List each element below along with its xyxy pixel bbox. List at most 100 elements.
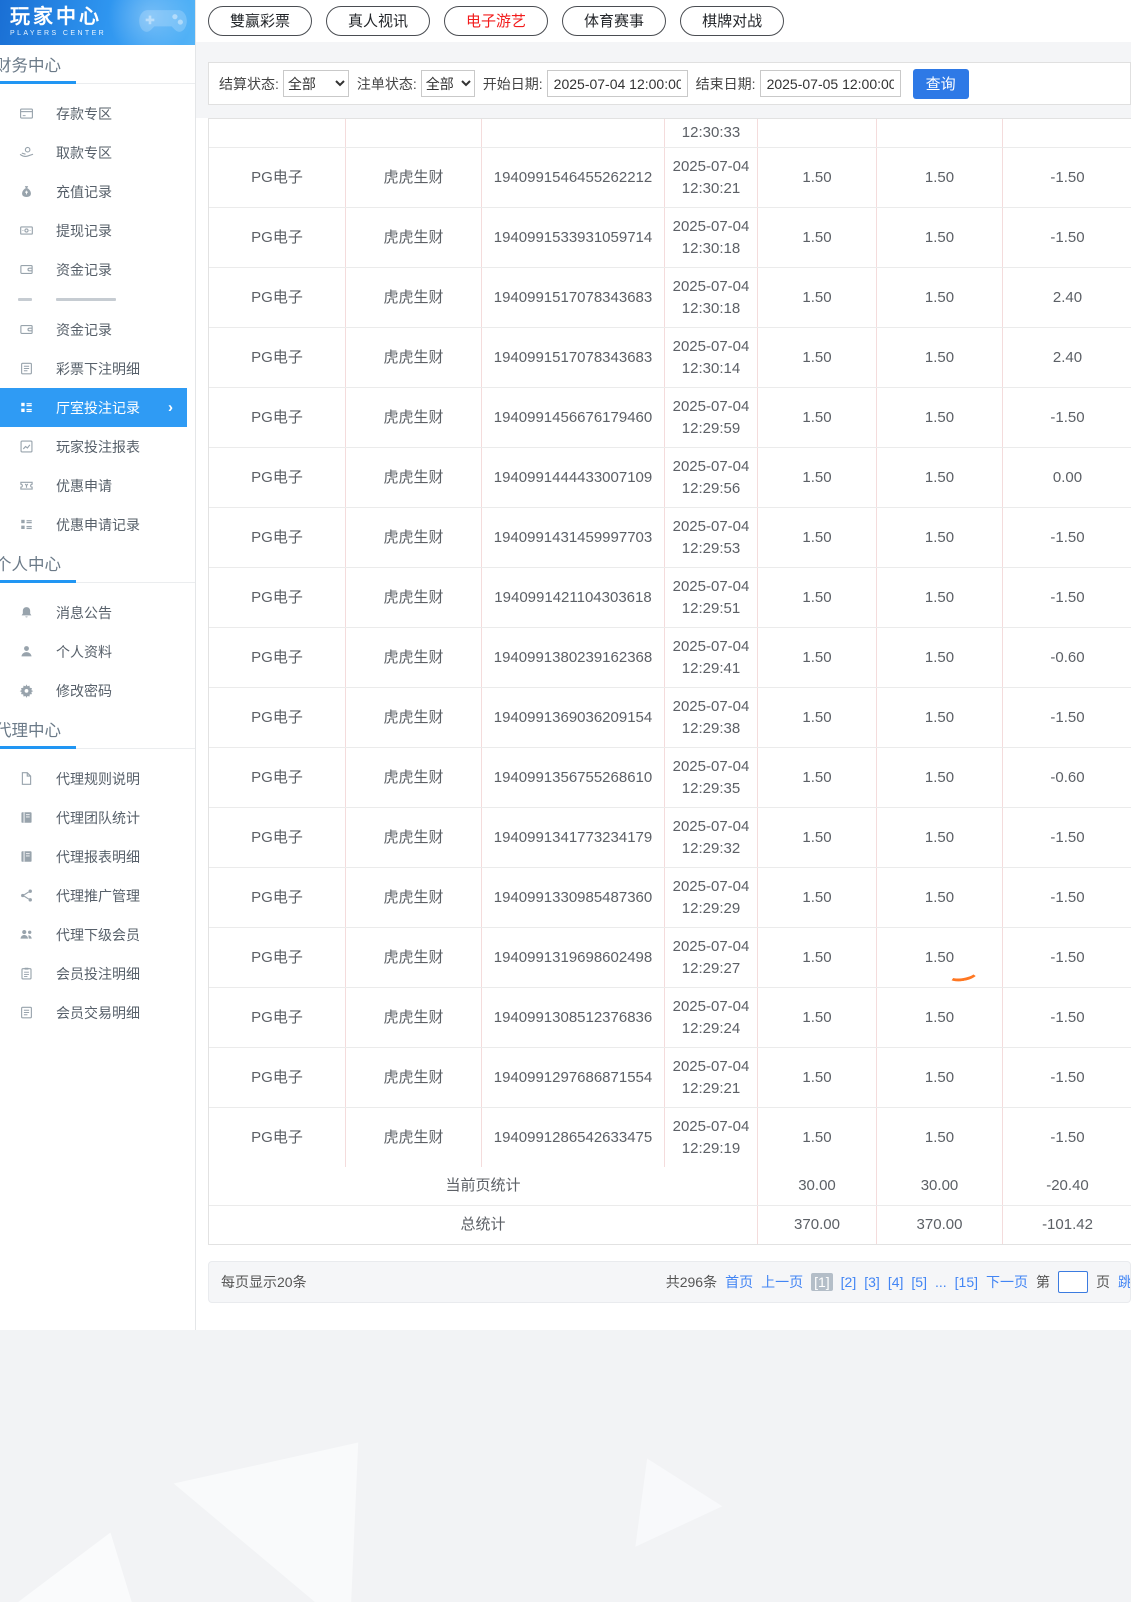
cell-win-loss: -1.50 xyxy=(1003,1048,1131,1107)
logo: 玩家中心 PLAYERS CENTER xyxy=(0,0,195,45)
sidebar-item-优惠申请记录[interactable]: 优惠申请记录 xyxy=(0,505,195,544)
sidebar-item-取款专区[interactable]: 取款专区 xyxy=(0,133,195,172)
cell-game: 虎虎生财 xyxy=(346,868,482,927)
share-icon xyxy=(18,888,34,904)
cell-win-loss: -1.50 xyxy=(1003,808,1131,867)
page-link-1[interactable]: [1] xyxy=(811,1273,833,1291)
sidebar-item-玩家投注报表[interactable]: 玩家投注报表 xyxy=(0,427,195,466)
hand-icon xyxy=(18,145,34,161)
cell-valid-bet: 1.50 xyxy=(877,268,1003,327)
sidebar-item-label: 优惠申请记录 xyxy=(56,515,140,535)
cell-valid-bet: 1.50 xyxy=(877,988,1003,1047)
jump-button[interactable]: 跳转 xyxy=(1118,1272,1131,1292)
ticket-icon xyxy=(18,478,34,494)
cell-valid-bet: 1.50 xyxy=(877,328,1003,387)
sidebar-item-消息公告[interactable]: 消息公告 xyxy=(0,593,195,632)
sidebar-item-修改密码[interactable]: 修改密码 xyxy=(0,671,195,710)
cell-bet-amount: 1.50 xyxy=(758,148,877,207)
jump-page-input[interactable] xyxy=(1058,1271,1088,1293)
sidebar-item-代理团队统计[interactable]: 代理团队统计 xyxy=(0,798,195,837)
page-total-win: -20.40 xyxy=(1003,1167,1131,1205)
sidebar-item-存款专区[interactable]: 存款专区 xyxy=(0,94,195,133)
cell-win-loss: -0.60 xyxy=(1003,748,1131,807)
page-link-15[interactable]: [15] xyxy=(955,1274,978,1290)
cell-order-id: 1940991533931059714 xyxy=(482,208,665,267)
people-icon xyxy=(18,927,34,943)
sidebar-item-label: 会员交易明细 xyxy=(56,1003,140,1023)
search-button[interactable]: 查询 xyxy=(913,69,969,99)
sidebar-item-彩票下注明细[interactable]: 彩票下注明细 xyxy=(0,349,195,388)
sidebar-section-title: 财务中心 xyxy=(0,55,195,77)
sidebar-item-个人资料[interactable]: 个人资料 xyxy=(0,632,195,671)
cell-bet-amount: 1.50 xyxy=(758,268,877,327)
cell-valid-bet: 1.50 xyxy=(877,508,1003,567)
sidebar-item-提现记录[interactable]: 提现记录 xyxy=(0,211,195,250)
page-link-4[interactable]: [4] xyxy=(888,1274,904,1290)
sidebar-item-代理下级会员[interactable]: 代理下级会员 xyxy=(0,915,195,954)
cell-time: 2025-07-04 12:29:29 xyxy=(665,868,758,927)
cell-bet-amount: 1.50 xyxy=(758,688,877,747)
cell-time: 2025-07-04 12:30:18 xyxy=(665,208,758,267)
tab-体育赛事[interactable]: 体育赛事 xyxy=(562,6,666,36)
person-icon xyxy=(18,644,34,660)
first-page-link[interactable]: 首页 xyxy=(725,1272,753,1292)
cell-time: 2025-07-04 12:29:38 xyxy=(665,688,758,747)
sidebar-item-代理报表明细[interactable]: 代理报表明细 xyxy=(0,837,195,876)
cell-order-id: 1940991330985487360 xyxy=(482,868,665,927)
grand-total-bet: 370.00 xyxy=(758,1206,877,1244)
cell-bet-amount: 1.50 xyxy=(758,928,877,987)
start-date-input[interactable] xyxy=(547,70,688,97)
cell-platform: PG电子 xyxy=(209,1048,346,1107)
cell-order-id: 1940991308512376836 xyxy=(482,988,665,1047)
table-row: PG电子虎虎生财19409914314599977032025-07-04 12… xyxy=(209,508,1131,568)
gamepad-icon xyxy=(137,5,189,42)
sidebar-item-会员投注明细[interactable]: 会员投注明细 xyxy=(0,954,195,993)
page-link-2[interactable]: [2] xyxy=(841,1274,857,1290)
prev-page-link[interactable]: 上一页 xyxy=(761,1272,803,1292)
cell-valid-bet xyxy=(877,119,1003,147)
list-icon xyxy=(18,361,34,377)
grand-total-win: -101.42 xyxy=(1003,1206,1131,1244)
tab-雙赢彩票[interactable]: 雙赢彩票 xyxy=(208,6,312,36)
cell-order-id: 1940991444433007109 xyxy=(482,448,665,507)
sidebar-item-label: 代理团队统计 xyxy=(56,808,140,828)
tab-棋牌对战[interactable]: 棋牌对战 xyxy=(680,6,784,36)
sidebar-item-label: 优惠申请 xyxy=(56,476,112,496)
cell-win-loss: -1.50 xyxy=(1003,928,1131,987)
sidebar-item-资金记录[interactable]: 资金记录 xyxy=(0,250,195,289)
cell-bet-amount: 1.50 xyxy=(758,388,877,447)
next-page-link[interactable]: 下一页 xyxy=(986,1272,1028,1292)
jump-suffix-label: 页 xyxy=(1096,1272,1110,1292)
sidebar-item-充值记录[interactable]: 充值记录 xyxy=(0,172,195,211)
cell-time: 2025-07-04 12:29:19 xyxy=(665,1108,758,1167)
sidebar-item-优惠申请[interactable]: 优惠申请 xyxy=(0,466,195,505)
settle-status-select[interactable]: 全部 xyxy=(283,70,349,97)
tab-电子游艺[interactable]: 电子游艺 xyxy=(444,6,548,36)
cell-order-id: 1940991319698602498 xyxy=(482,928,665,987)
page-link-3[interactable]: [3] xyxy=(864,1274,880,1290)
sidebar-item-代理推广管理[interactable]: 代理推广管理 xyxy=(0,876,195,915)
sidebar-item-资金记录[interactable]: 资金记录 xyxy=(0,310,195,349)
note-icon xyxy=(18,223,34,239)
sidebar-item-厅室投注记录[interactable]: 厅室投注记录› xyxy=(0,388,187,427)
sidebar-item-会员交易明细[interactable]: 会员交易明细 xyxy=(0,993,195,1032)
doc-icon xyxy=(18,771,34,787)
end-date-input[interactable] xyxy=(760,70,901,97)
cell-valid-bet: 1.50 xyxy=(877,388,1003,447)
clipboard-icon xyxy=(18,966,34,982)
page-links: [1][2][3][4][5]...[15] xyxy=(811,1273,978,1291)
cell-win-loss: -1.50 xyxy=(1003,388,1131,447)
cell-platform: PG电子 xyxy=(209,748,346,807)
cell-platform: PG电子 xyxy=(209,208,346,267)
page-link-5[interactable]: [5] xyxy=(911,1274,927,1290)
sidebar-item-代理规则说明[interactable]: 代理规则说明 xyxy=(0,759,195,798)
tab-真人视讯[interactable]: 真人视讯 xyxy=(326,6,430,36)
cell-bet-amount: 1.50 xyxy=(758,508,877,567)
cell-order-id: 1940991369036209154 xyxy=(482,688,665,747)
cell-platform: PG电子 xyxy=(209,508,346,567)
cell-bet-amount: 1.50 xyxy=(758,1108,877,1167)
page-total-row: 当前页统计 30.00 30.00 -20.40 xyxy=(209,1167,1131,1206)
order-status-select[interactable]: 全部 xyxy=(421,70,475,97)
footer-decoration xyxy=(0,1330,1131,1602)
start-date-label: 开始日期: xyxy=(483,74,543,94)
